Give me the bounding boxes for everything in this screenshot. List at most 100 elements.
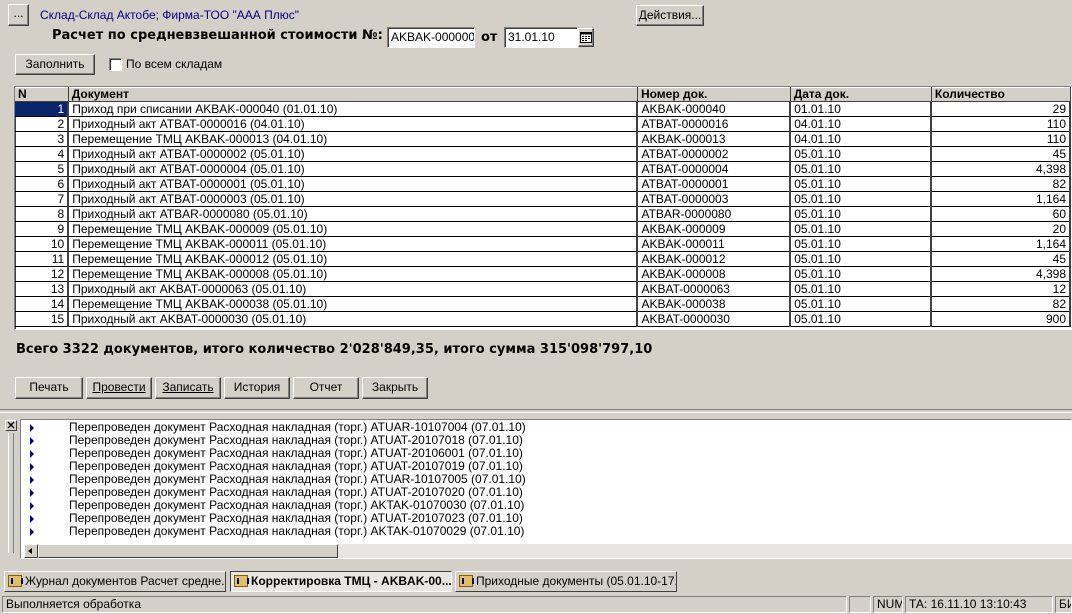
all-warehouses-checkbox[interactable] xyxy=(109,58,122,71)
column-header-number[interactable]: Номер док. xyxy=(637,87,791,102)
scroll-thumb[interactable] xyxy=(38,544,338,558)
cell-quantity[interactable]: 4,398 xyxy=(931,161,1071,177)
close-button[interactable]: Закрыть xyxy=(362,377,428,399)
cell-number[interactable]: AKBAK-000040 xyxy=(637,101,792,117)
table-row[interactable]: 6 Приходный акт ATBAT-0000001 (05.01.10) A… xyxy=(15,176,1071,192)
cell-n[interactable]: 8 xyxy=(15,206,70,222)
cell-number[interactable]: ATBAT-0000001 xyxy=(637,176,792,192)
cell-number[interactable]: ATBAT-0000016 xyxy=(637,116,792,132)
cell-number[interactable]: ATBAT-0000003 xyxy=(637,191,792,207)
column-header-quantity[interactable]: Количество xyxy=(931,87,1071,102)
cell-number[interactable]: AKBAK-000008 xyxy=(637,266,792,282)
cell-quantity[interactable]: 1,164 xyxy=(931,236,1071,252)
cell-number[interactable]: ATBAR-0000080 xyxy=(637,206,792,222)
cell-document[interactable]: Приходный акт ATBAT-0000016 (04.01.10) xyxy=(68,116,639,132)
cell-n[interactable]: 11 xyxy=(15,251,70,267)
table-row[interactable]: 1 Приход при списании AKBAK-000040 (01.01… xyxy=(15,101,1071,117)
cell-number[interactable]: AKBAT-0000030 xyxy=(637,311,792,327)
column-header-document[interactable]: Документ xyxy=(68,87,638,102)
cell-quantity[interactable]: 20 xyxy=(931,221,1071,237)
cell-date[interactable]: 05.01.10 xyxy=(790,311,933,327)
table-row[interactable]: 13 Приходный акт AKBAT-0000063 (05.01.10)… xyxy=(15,281,1071,297)
message-horizontal-scrollbar[interactable] xyxy=(24,544,1072,558)
message-close-button[interactable] xyxy=(5,420,17,431)
table-row[interactable]: 9 Перемещение ТМЦ AKBAK-000009 (05.01.10)… xyxy=(15,221,1071,237)
post-button[interactable]: Провести xyxy=(86,377,152,399)
cell-document[interactable]: Перемещение ТМЦ AKBAK-000011 (05.01.10) xyxy=(68,236,639,252)
cell-quantity[interactable]: 110 xyxy=(931,131,1071,147)
cell-n[interactable]: 9 xyxy=(15,221,70,237)
cell-document[interactable]: Приходный акт ATBAT-0000001 (05.01.10) xyxy=(68,176,639,192)
table-row[interactable]: 15 Приходный акт AKBAT-0000030 (05.01.10)… xyxy=(15,311,1071,327)
taskbar-item[interactable]: Корректировка ТМЦ - AKBAK-00... xyxy=(230,571,452,592)
cell-document[interactable]: Перемещение ТМЦ AKBAK-000012 (05.01.10) xyxy=(68,251,639,267)
message-line[interactable]: Перепроведен документ Расходная накладна… xyxy=(21,525,1071,538)
table-row[interactable]: 10 Перемещение ТМЦ AKBAK-000011 (05.01.10… xyxy=(15,236,1071,252)
save-button[interactable]: Записать xyxy=(155,377,221,399)
cell-document[interactable]: Приходный акт ATBAR-0000080 (05.01.10) xyxy=(68,206,639,222)
cell-quantity[interactable]: 1,164 xyxy=(931,191,1071,207)
cell-n[interactable]: 15 xyxy=(15,311,70,327)
taskbar-item[interactable]: Приходные документы (05.01.10-17... xyxy=(455,571,677,592)
cell-quantity[interactable]: 45 xyxy=(931,146,1071,162)
cell-quantity[interactable]: 29 xyxy=(931,101,1071,117)
cell-number[interactable]: ATBAT-0000002 xyxy=(637,146,792,162)
table-row[interactable]: 11 Перемещение ТМЦ AKBAK-000012 (05.01.10… xyxy=(15,251,1071,267)
cell-document[interactable]: Приходный акт ATBAT-0000003 (05.01.10) xyxy=(68,191,639,207)
cell-number[interactable]: AKBAK-000011 xyxy=(637,236,792,252)
cell-quantity[interactable]: 4,398 xyxy=(931,266,1071,282)
cell-document[interactable]: Приходный акт AKBAT-0000030 (05.01.10) xyxy=(68,311,639,327)
cell-date[interactable]: 05.01.10 xyxy=(790,176,933,192)
actions-button[interactable]: Действия... xyxy=(636,5,704,26)
cell-date[interactable]: 01.01.10 xyxy=(790,101,933,117)
cell-date[interactable]: 05.01.10 xyxy=(790,296,933,312)
table-row[interactable]: 12 Перемещение ТМЦ AKBAK-000008 (05.01.10… xyxy=(15,266,1071,282)
cell-quantity[interactable]: 110 xyxy=(931,116,1071,132)
table-row[interactable]: 7 Приходный акт ATBAT-0000003 (05.01.10) A… xyxy=(15,191,1071,207)
column-header-n[interactable]: N xyxy=(15,87,69,102)
cell-n[interactable]: 3 xyxy=(15,131,70,147)
cell-document[interactable]: Приходный акт ATBAT-0000004 (05.01.10) xyxy=(68,161,639,177)
date-field[interactable]: 31.01.10 xyxy=(504,27,578,48)
documents-table[interactable]: N Документ Номер док. Дата док. Количест… xyxy=(14,86,1072,330)
cell-date[interactable]: 05.01.10 xyxy=(790,266,933,282)
cell-quantity[interactable]: 900 xyxy=(931,311,1071,327)
cell-date[interactable]: 05.01.10 xyxy=(790,161,933,177)
taskbar-item[interactable]: Журнал документов Расчет средне... xyxy=(4,571,226,592)
report-button[interactable]: Отчет xyxy=(293,377,359,399)
scroll-left-button[interactable] xyxy=(24,544,38,558)
cell-date[interactable]: 05.01.10 xyxy=(790,191,933,207)
fill-button[interactable]: Заполнить xyxy=(15,54,95,75)
print-button[interactable]: Печать xyxy=(15,377,83,399)
cell-n[interactable]: 2 xyxy=(15,116,70,132)
cell-quantity[interactable]: 12 xyxy=(931,281,1071,297)
column-header-date[interactable]: Дата док. xyxy=(790,87,932,102)
cell-number[interactable]: ATBAT-0000004 xyxy=(637,161,792,177)
cell-n[interactable]: 13 xyxy=(15,281,70,297)
cell-document[interactable]: Перемещение ТМЦ AKBAK-000009 (05.01.10) xyxy=(68,221,639,237)
cell-number[interactable]: AKBAK-000012 xyxy=(637,251,792,267)
cell-n[interactable]: 7 xyxy=(15,191,70,207)
cell-date[interactable]: 05.01.10 xyxy=(790,251,933,267)
cell-date[interactable]: 05.01.10 xyxy=(790,146,933,162)
cell-n[interactable]: 1 xyxy=(15,101,70,117)
history-button[interactable]: История xyxy=(224,377,290,399)
cell-n[interactable]: 14 xyxy=(15,296,70,312)
cell-document[interactable]: Приходный акт AKBAT-0000063 (05.01.10) xyxy=(68,281,639,297)
table-row[interactable]: 8 Приходный акт ATBAR-0000080 (05.01.10) A… xyxy=(15,206,1071,222)
cell-n[interactable]: 5 xyxy=(15,161,70,177)
cell-document[interactable]: Перемещение ТМЦ AKBAK-000013 (04.01.10) xyxy=(68,131,639,147)
doc-number-field[interactable]: AKBAK-0000002 xyxy=(387,27,475,48)
cell-date[interactable]: 05.01.10 xyxy=(790,236,933,252)
calendar-button[interactable] xyxy=(578,28,594,47)
cell-document[interactable]: Приход при списании AKBAK-000040 (01.01.… xyxy=(68,101,639,117)
cell-n[interactable]: 6 xyxy=(15,176,70,192)
dots-button[interactable]: ... xyxy=(8,4,29,26)
table-row[interactable]: 5 Приходный акт ATBAT-0000004 (05.01.10) A… xyxy=(15,161,1071,177)
cell-date[interactable]: 05.01.10 xyxy=(790,221,933,237)
cell-number[interactable]: AKBAK-000013 xyxy=(637,131,792,147)
cell-quantity[interactable]: 82 xyxy=(931,296,1071,312)
cell-n[interactable]: 10 xyxy=(15,236,70,252)
cell-date[interactable]: 04.01.10 xyxy=(790,116,933,132)
cell-n[interactable]: 12 xyxy=(15,266,70,282)
